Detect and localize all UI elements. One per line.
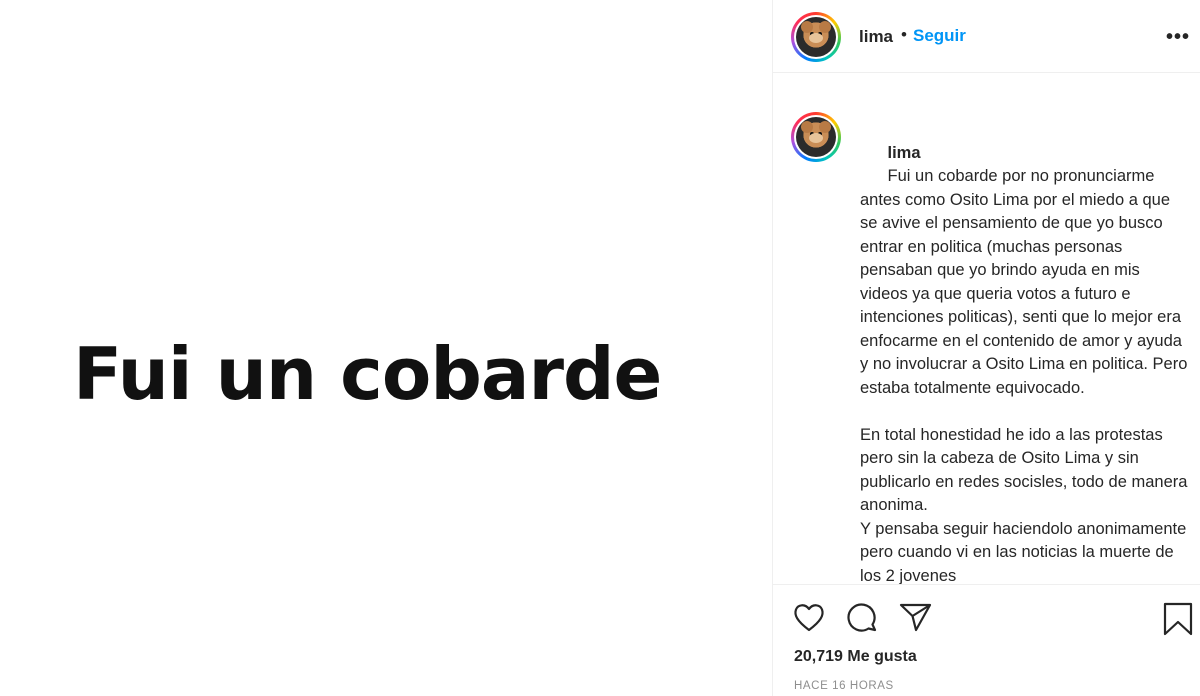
- heart-outline-icon[interactable]: [793, 602, 825, 632]
- bear-avatar-icon: [796, 17, 836, 57]
- bookmark-icon[interactable]: [1163, 602, 1193, 636]
- follow-button[interactable]: Seguir: [913, 26, 966, 46]
- caption-username[interactable]: lima: [888, 144, 921, 162]
- likes-label: Me gusta: [847, 648, 917, 665]
- caption-avatar[interactable]: [791, 112, 841, 162]
- header-username[interactable]: lima: [859, 27, 893, 47]
- bear-avatar-icon: [796, 117, 836, 157]
- caption-paragraph: En total honestidad he ido a las protest…: [860, 425, 1188, 585]
- likes-count[interactable]: 20,719 Me gusta: [794, 648, 917, 666]
- caption-text: lima Fui un cobarde por no pronunciarme …: [860, 118, 1192, 585]
- paper-plane-icon[interactable]: [899, 602, 933, 632]
- likes-number: 20,719: [794, 648, 843, 665]
- comment-bubble-icon[interactable]: [846, 602, 878, 632]
- post-image[interactable]: Fui un cobarde: [0, 0, 772, 696]
- caption-area[interactable]: lima Fui un cobarde por no pronunciarme …: [773, 74, 1200, 584]
- more-options-icon[interactable]: •••: [1166, 26, 1190, 49]
- post-timestamp[interactable]: HACE 16 HORAS: [794, 680, 894, 692]
- avatar[interactable]: [791, 12, 841, 62]
- post-image-text: Fui un cobarde: [73, 332, 662, 416]
- separator-dot: •: [901, 25, 907, 44]
- post-side-panel: lima • Seguir ••• lima Fui un cobarde po…: [773, 0, 1200, 696]
- caption-paragraph: Fui un cobarde por no pronunciarme antes…: [860, 167, 1192, 397]
- post-header: lima • Seguir •••: [773, 0, 1200, 73]
- post-actions: 20,719 Me gusta HACE 16 HORAS: [773, 584, 1200, 696]
